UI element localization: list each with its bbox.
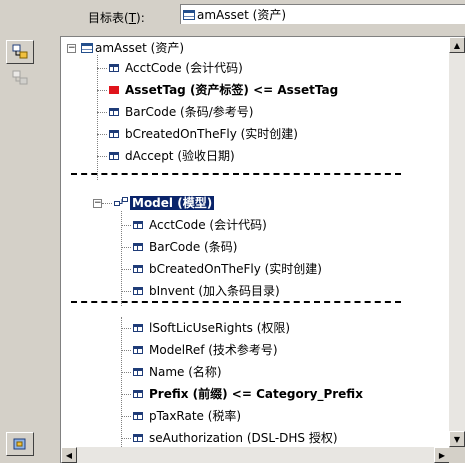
tree-field-item-mapped[interactable]: AssetTag (资产标签) <= AssetTag (109, 82, 338, 98)
label-prefix: 目标表( (88, 11, 129, 25)
field-label: AcctCode (会计代码) (125, 61, 243, 75)
tree-field-item[interactable]: AcctCode (会计代码) (133, 217, 267, 233)
scroll-down-button[interactable]: ▼ (449, 431, 465, 447)
unmap-field-icon (12, 70, 28, 85)
omitted-rows-separator (71, 173, 401, 175)
tree-link-node-model[interactable]: Model (模型) (114, 195, 215, 211)
scroll-up-button[interactable]: ▲ (449, 37, 465, 53)
tree-connector (121, 247, 131, 248)
mapped-key-icon (109, 86, 119, 94)
field-label: ModelRef (技术参考号) (149, 343, 278, 357)
field-label: BarCode (条码/参考号) (125, 105, 254, 119)
field-icon (133, 287, 143, 295)
table-icon (183, 9, 195, 20)
field-icon (109, 130, 119, 138)
tree-connector (102, 203, 112, 204)
tree-root-node[interactable]: amAsset (资产) (81, 40, 184, 56)
field-icon (133, 368, 143, 376)
tree-connector (97, 68, 107, 69)
tree-connector (121, 269, 131, 270)
tree-connector (121, 225, 131, 226)
field-icon (133, 243, 143, 251)
field-label: bInvent (加入条码目录) (149, 284, 280, 298)
field-label: seAuthorization (DSL-DHS 授权) (149, 431, 338, 445)
arrow-down-icon: ▼ (453, 434, 461, 444)
scroll-left-button[interactable]: ◀ (61, 447, 77, 463)
tree-field-item[interactable]: AcctCode (会计代码) (109, 60, 243, 76)
field-label: bCreatedOnTheFly (实时创建) (149, 262, 322, 276)
field-tree[interactable]: − amAsset (资产) AcctCode (会计代码) AssetTag … (60, 36, 465, 463)
tree-connector (121, 317, 122, 447)
refresh-button[interactable] (6, 432, 34, 456)
tree-field-item[interactable]: lSoftLicUseRights (权限) (133, 320, 290, 336)
field-label: AcctCode (会计代码) (149, 218, 267, 232)
field-icon (133, 221, 143, 229)
scroll-right-button[interactable]: ▶ (434, 447, 450, 463)
tree-connector (121, 438, 131, 439)
vertical-scrollbar-track[interactable] (449, 53, 465, 431)
collapse-root-toggle[interactable]: − (67, 44, 76, 53)
field-icon (109, 152, 119, 160)
omitted-rows-separator (71, 301, 401, 303)
field-label: bCreatedOnTheFly (实时创建) (125, 127, 298, 141)
tree-field-item[interactable]: bCreatedOnTheFly (实时创建) (133, 261, 322, 277)
field-label: pTaxRate (税率) (149, 409, 242, 423)
tree-connector (121, 350, 131, 351)
label-accesskey: T (128, 11, 137, 25)
scrollbar-corner (449, 447, 465, 463)
model-label: Model (模型) (130, 196, 215, 210)
link-icon (114, 197, 128, 206)
map-field-button[interactable] (6, 40, 34, 64)
tree-field-item[interactable]: bCreatedOnTheFly (实时创建) (109, 126, 298, 142)
arrow-left-icon: ◀ (65, 450, 73, 460)
field-icon (133, 324, 143, 332)
field-icon (109, 64, 119, 72)
label-suffix: ): (136, 11, 145, 25)
tree-field-item[interactable]: pTaxRate (税率) (133, 408, 241, 424)
tree-connector (97, 112, 107, 113)
tree-connector (97, 90, 107, 91)
tree-field-item[interactable]: Name (名称) (133, 364, 222, 380)
target-table-field[interactable]: amAsset (资产) (180, 4, 465, 24)
field-icon (133, 265, 143, 273)
field-icon (133, 390, 143, 398)
tree-connector (97, 55, 98, 180)
tree-field-item[interactable]: seAuthorization (DSL-DHS 授权) (133, 430, 338, 446)
unmap-field-button[interactable] (6, 66, 34, 90)
field-label: Prefix (前缀) <= Category_Prefix (149, 387, 363, 401)
tree-connector (121, 372, 131, 373)
tree-connector (97, 156, 107, 157)
collapse-model-toggle[interactable]: − (93, 199, 102, 208)
target-table-label: 目标表(T): (88, 9, 145, 26)
tree-field-item[interactable]: bInvent (加入条码目录) (133, 283, 280, 299)
tree-field-item[interactable]: ModelRef (技术参考号) (133, 342, 278, 358)
tree-connector (121, 328, 131, 329)
root-label: amAsset (资产) (95, 41, 185, 55)
field-icon (133, 412, 143, 420)
refresh-icon (13, 438, 26, 450)
tree-field-item[interactable]: dAccept (验收日期) (109, 148, 235, 164)
arrow-right-icon: ▶ (438, 450, 446, 460)
field-icon (133, 434, 143, 442)
tree-field-item[interactable]: BarCode (条码/参考号) (109, 104, 253, 120)
table-icon (81, 43, 93, 53)
horizontal-scrollbar-track[interactable] (77, 447, 434, 463)
field-label: Name (名称) (149, 365, 222, 379)
target-table-value: amAsset (资产) (197, 8, 287, 22)
field-label: dAccept (验收日期) (125, 149, 235, 163)
arrow-up-icon: ▲ (453, 40, 461, 50)
field-icon (133, 346, 143, 354)
tree-connector (121, 416, 131, 417)
tree-field-item[interactable]: BarCode (条码) (133, 239, 237, 255)
field-icon (109, 108, 119, 116)
field-label: BarCode (条码) (149, 240, 238, 254)
tree-connector (121, 291, 131, 292)
map-field-icon (12, 44, 28, 59)
tree-connector (97, 134, 107, 135)
field-label: lSoftLicUseRights (权限) (149, 321, 291, 335)
tree-field-item-mapped[interactable]: Prefix (前缀) <= Category_Prefix (133, 386, 363, 402)
tree-connector (121, 394, 131, 395)
field-label: AssetTag (资产标签) <= AssetTag (125, 83, 339, 97)
